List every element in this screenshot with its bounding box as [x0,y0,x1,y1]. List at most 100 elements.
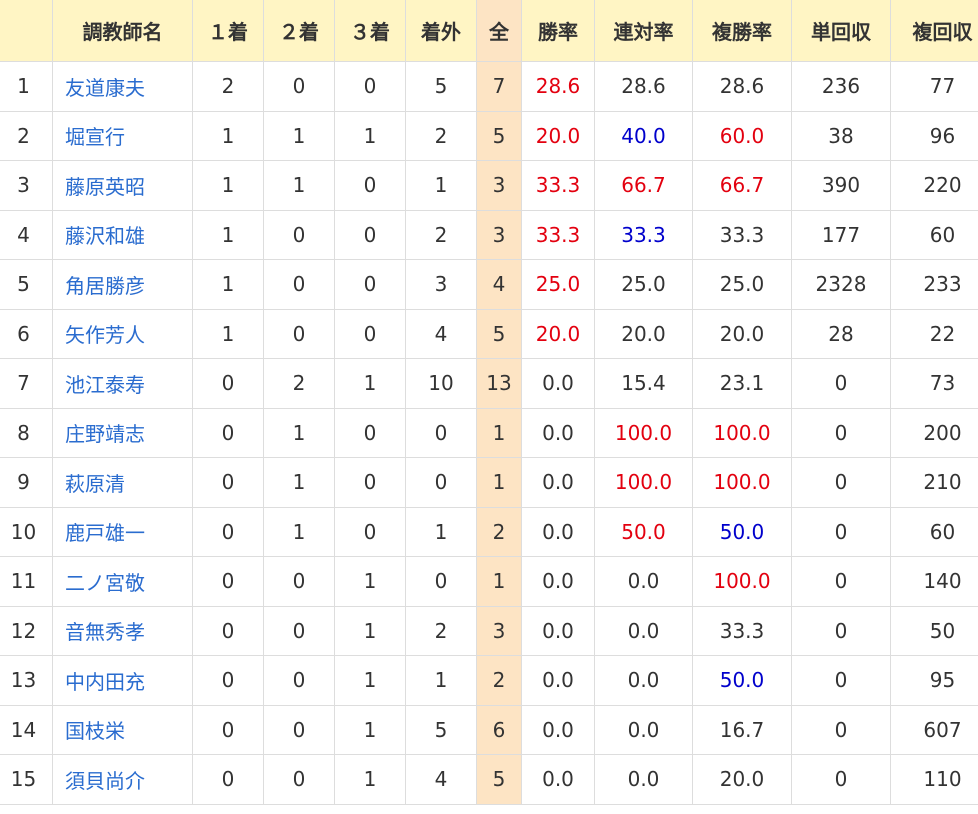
third-count-cell: 0 [334,506,406,557]
first-count-cell: 1 [192,308,264,359]
table-row: 5 角居勝彦 1 0 0 3 4 25.0 25.0 25.0 2328 233 [0,259,978,310]
trainer-link[interactable]: 角居勝彦 [65,274,145,298]
win-return-cell: 0 [791,605,891,656]
trainer-link[interactable]: 中内田充 [65,670,145,694]
total-count-cell: 1 [476,457,522,508]
total-count-cell: 3 [476,160,522,211]
place-rate-cell: 28.6 [692,61,792,112]
second-count-cell: 0 [263,605,335,656]
win-rate-cell: 0.0 [521,704,595,755]
trainer-link[interactable]: 国枝栄 [65,719,125,743]
second-count-cell: 2 [263,358,335,409]
win-rate-cell: 28.6 [521,61,595,112]
total-count-cell: 1 [476,556,522,607]
third-count-cell: 1 [334,704,406,755]
total-count-cell: 3 [476,605,522,656]
win-rate-cell: 0.0 [521,407,595,458]
win-rate-cell: 0.0 [521,556,595,607]
trainer-name-cell: 二ノ宮敬 [52,556,193,607]
table-row: 11 二ノ宮敬 0 0 1 0 1 0.0 0.0 100.0 0 140 [0,556,978,607]
win-return-cell: 0 [791,457,891,508]
first-count-cell: 0 [192,457,264,508]
third-count-cell: 1 [334,358,406,409]
out-count-cell: 5 [405,704,477,755]
quinella-rate-cell: 28.6 [594,61,693,112]
win-return-cell: 0 [791,556,891,607]
win-rate-cell: 25.0 [521,259,595,310]
second-count-cell: 0 [263,754,335,805]
out-count-cell: 0 [405,556,477,607]
rank-cell: 4 [0,209,53,260]
trainer-link[interactable]: 友道康夫 [65,76,145,100]
first-count-cell: 1 [192,259,264,310]
trainer-name-cell: 庄野靖志 [52,407,193,458]
rank-cell: 2 [0,110,53,161]
win-return-cell: 2328 [791,259,891,310]
trainer-link[interactable]: 二ノ宮敬 [65,571,145,595]
trainer-link[interactable]: 藤沢和雄 [65,224,145,248]
rank-cell: 10 [0,506,53,557]
second-count-cell: 0 [263,655,335,706]
place-rate-cell: 50.0 [692,506,792,557]
table-row: 3 藤原英昭 1 1 0 1 3 33.3 66.7 66.7 390 220 [0,160,978,211]
win-rate-header: 勝率 [521,0,595,62]
trainer-link[interactable]: 音無秀孝 [65,620,145,644]
quinella-rate-cell: 0.0 [594,655,693,706]
quinella-rate-cell: 66.7 [594,160,693,211]
rank-cell: 14 [0,704,53,755]
total-count-cell: 2 [476,506,522,557]
place-rate-cell: 33.3 [692,605,792,656]
quinella-rate-cell: 25.0 [594,259,693,310]
trainer-link[interactable]: 池江泰寿 [65,373,145,397]
trainer-name-cell: 国枝栄 [52,704,193,755]
place-return-cell: 607 [890,704,978,755]
second-count-cell: 1 [263,160,335,211]
rank-cell: 1 [0,61,53,112]
rank-cell: 5 [0,259,53,310]
trainer-link[interactable]: 堀宣行 [65,125,125,149]
place-rate-cell: 20.0 [692,308,792,359]
total-count-cell: 13 [476,358,522,409]
win-rate-cell: 20.0 [521,110,595,161]
trainer-link[interactable]: 須貝尚介 [65,769,145,793]
win-return-cell: 390 [791,160,891,211]
trainer-name-cell: 堀宣行 [52,110,193,161]
trainer-link[interactable]: 萩原清 [65,472,125,496]
table-row: 9 萩原清 0 1 0 0 1 0.0 100.0 100.0 0 210 [0,457,978,508]
out-count-cell: 0 [405,407,477,458]
third-count-cell: 1 [334,605,406,656]
trainer-name-cell: 藤原英昭 [52,160,193,211]
trainer-link[interactable]: 庄野靖志 [65,422,145,446]
trainer-link[interactable]: 鹿戸雄一 [65,521,145,545]
trainer-name-cell: 角居勝彦 [52,259,193,310]
second-count-cell: 0 [263,209,335,260]
trainer-link[interactable]: 矢作芳人 [65,323,145,347]
total-count-cell: 3 [476,209,522,260]
second-count-cell: 0 [263,556,335,607]
place-rate-cell: 100.0 [692,556,792,607]
table-row: 12 音無秀孝 0 0 1 2 3 0.0 0.0 33.3 0 50 [0,605,978,656]
place-return-cell: 110 [890,754,978,805]
place-rate-cell: 20.0 [692,754,792,805]
quinella-rate-cell: 0.0 [594,605,693,656]
win-return-cell: 0 [791,704,891,755]
place-return-cell: 73 [890,358,978,409]
trainer-link[interactable]: 藤原英昭 [65,175,145,199]
trainer-name-cell: 池江泰寿 [52,358,193,409]
third-count-cell: 0 [334,259,406,310]
trainer-name-cell: 中内田充 [52,655,193,706]
second-count-cell: 0 [263,704,335,755]
rank-cell: 7 [0,358,53,409]
total-count-cell: 7 [476,61,522,112]
place-return-cell: 50 [890,605,978,656]
trainer-name-cell: 鹿戸雄一 [52,506,193,557]
rank-cell: 15 [0,754,53,805]
out-count-cell: 1 [405,655,477,706]
rank-header [0,0,53,62]
out-count-cell: 2 [405,605,477,656]
trainer-name-cell: 萩原清 [52,457,193,508]
trainer-stats-table: 調教師名 １着 ２着 ３着 着外全勝率 連対率 複勝率 単回収 複回収 1 友道康夫 2 0 0 5 7 28… [0,0,978,805]
place-return-cell: 22 [890,308,978,359]
total-count-cell: 5 [476,110,522,161]
rank-cell: 13 [0,655,53,706]
